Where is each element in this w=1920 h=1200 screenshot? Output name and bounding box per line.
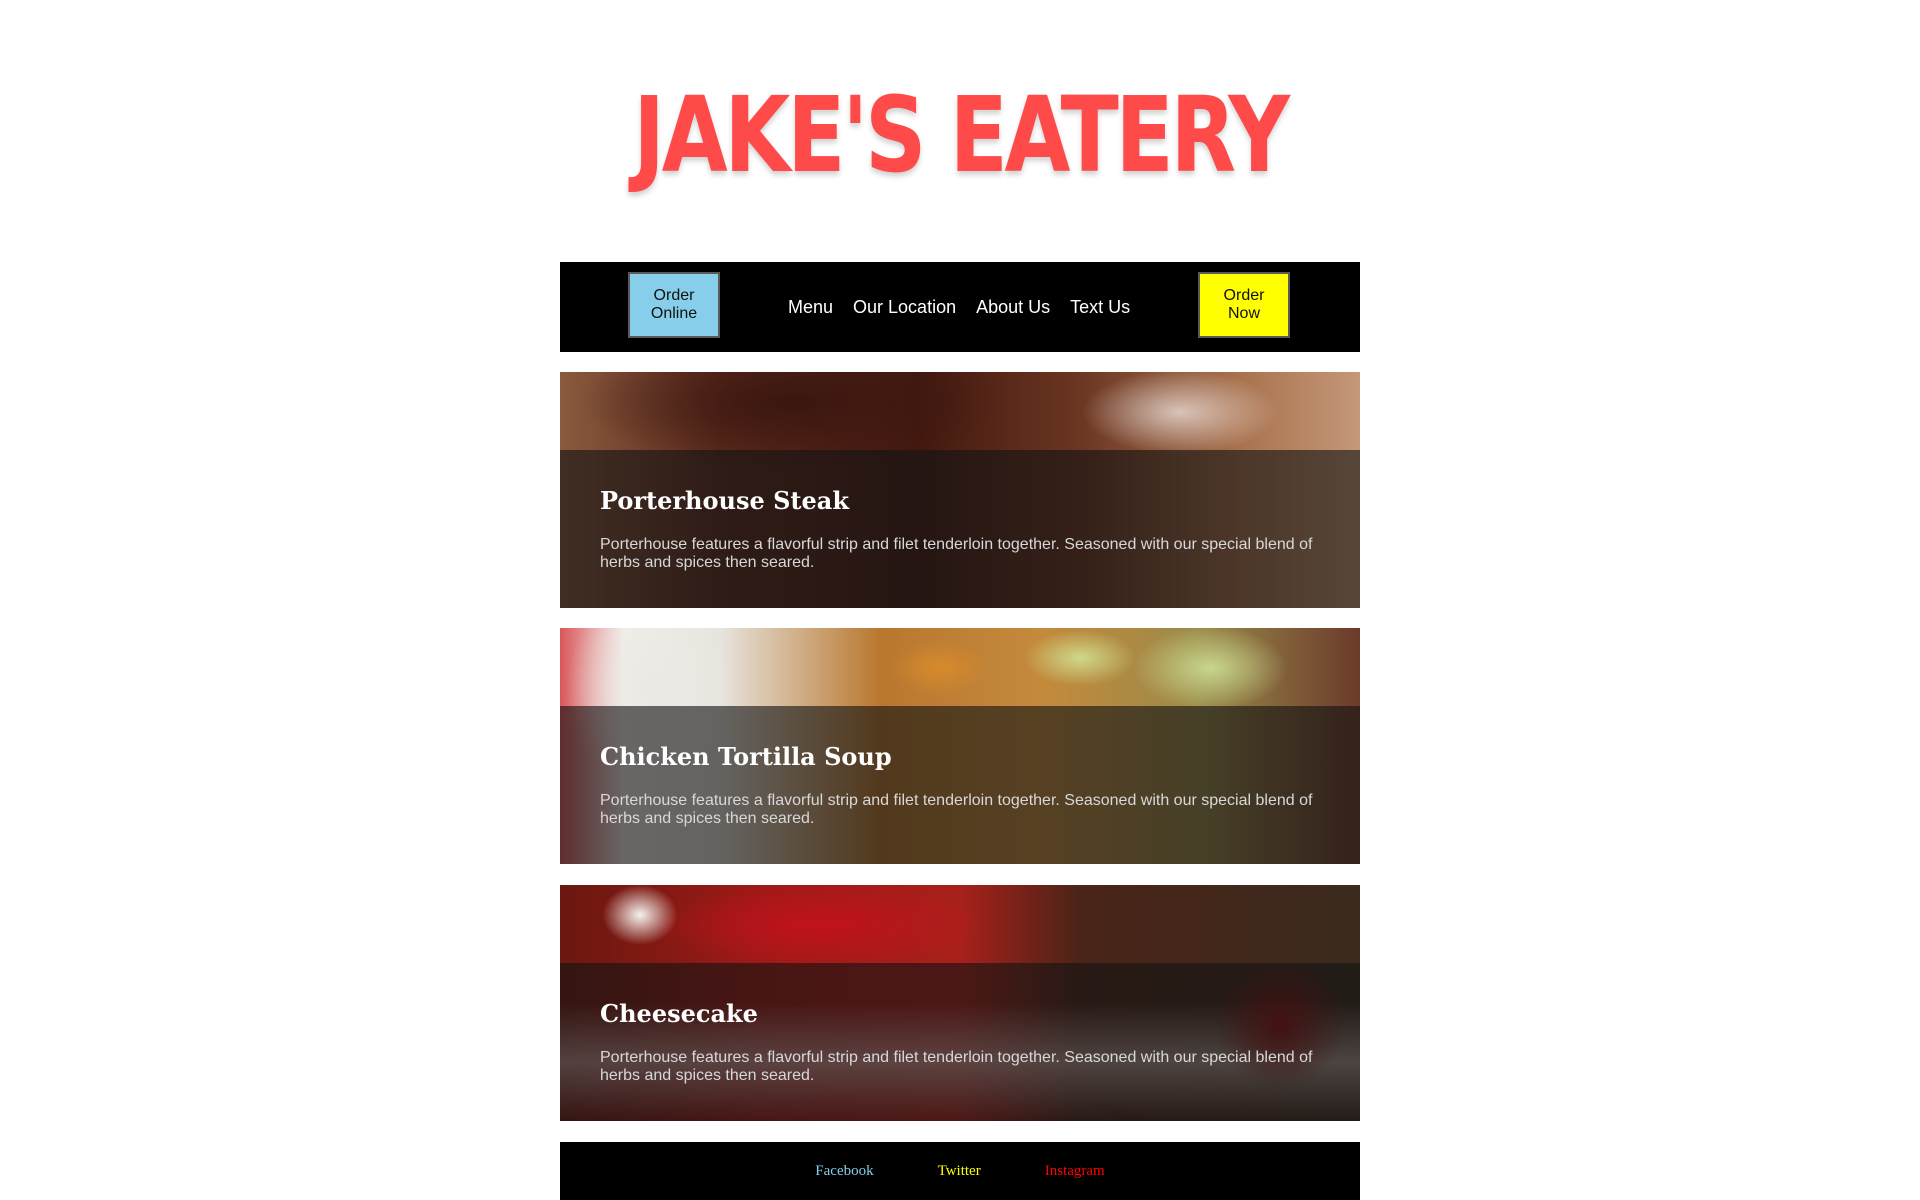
card-description: Porterhouse features a flavorful strip a… — [600, 1049, 1313, 1084]
menu-card-porterhouse-steak: Porterhouse Steak Porterhouse features a… — [560, 372, 1360, 608]
menu-card-chicken-tortilla-soup: Chicken Tortilla Soup Porterhouse featur… — [560, 628, 1360, 864]
card-overlay — [560, 450, 1360, 608]
navbar: Order Online Menu Our Location About Us … — [560, 262, 1360, 352]
order-online-label: Order Online — [650, 287, 698, 322]
page: JAKE'S EATERY Order Online Menu Our Loca… — [0, 0, 1920, 1200]
footer: Facebook Twitter Instagram — [560, 1142, 1360, 1200]
twitter-link[interactable]: Twitter — [938, 1163, 981, 1180]
instagram-link[interactable]: Instagram — [1045, 1163, 1105, 1180]
order-online-button[interactable]: Order Online — [628, 272, 720, 338]
card-overlay — [560, 963, 1360, 1121]
nav-link-our-location[interactable]: Our Location — [853, 297, 956, 318]
nav-link-menu[interactable]: Menu — [788, 297, 833, 318]
card-title: Porterhouse Steak — [600, 486, 849, 515]
nav-links: Menu Our Location About Us Text Us — [788, 262, 1130, 352]
card-description: Porterhouse features a flavorful strip a… — [600, 536, 1313, 571]
order-now-label: Order Now — [1223, 287, 1265, 322]
card-description: Porterhouse features a flavorful strip a… — [600, 792, 1313, 827]
nav-link-text-us[interactable]: Text Us — [1070, 297, 1130, 318]
nav-link-about-us[interactable]: About Us — [976, 297, 1050, 318]
order-now-button[interactable]: Order Now — [1198, 272, 1290, 338]
site-title: JAKE'S EATERY — [633, 74, 1290, 196]
card-title: Cheesecake — [600, 999, 758, 1028]
card-overlay — [560, 706, 1360, 864]
card-title: Chicken Tortilla Soup — [600, 742, 892, 771]
facebook-link[interactable]: Facebook — [815, 1163, 873, 1180]
menu-card-cheesecake: Cheesecake Porterhouse features a flavor… — [560, 885, 1360, 1121]
